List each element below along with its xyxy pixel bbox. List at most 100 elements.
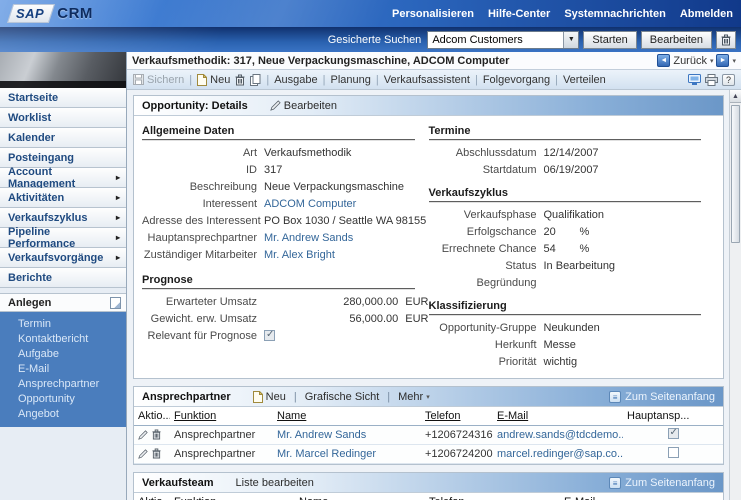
sidebar-item-label: Berichte [8, 272, 52, 284]
field-value: Verkaufsmethodik [264, 147, 351, 159]
submenu-arrow-icon: ▸ [116, 233, 120, 242]
planung-button[interactable]: Planung [331, 74, 371, 86]
forward-icon[interactable]: ► [716, 54, 729, 67]
create-item-kontaktbericht[interactable]: Kontaktbericht [0, 331, 126, 346]
sidebar-item-berichte[interactable]: Berichte [0, 268, 126, 288]
prospect-link[interactable]: ADCOM Computer [264, 198, 356, 210]
contacts-top-link[interactable]: ≡ Zum Seitenanfang [609, 391, 715, 403]
contacts-new-button[interactable]: Neu [253, 391, 286, 403]
monitor-icon[interactable] [688, 74, 701, 86]
contact-row: Ansprechpartner Mr. Andrew Sands +120672… [134, 425, 723, 445]
print-icon[interactable] [705, 74, 718, 86]
create-item-opportunity[interactable]: Opportunity [0, 391, 126, 406]
verkaufsassistent-button[interactable]: Verkaufsassistent [384, 74, 470, 86]
forward-dropdown-icon[interactable]: ▾ [732, 57, 736, 65]
column-name[interactable]: Name [273, 407, 421, 425]
contact-name-link[interactable]: Mr. Marcel Redinger [277, 448, 376, 460]
start-search-button[interactable]: Starten [583, 31, 636, 49]
main-contact-link[interactable]: Mr. Andrew Sands [264, 232, 353, 244]
contact-email-link[interactable]: andrew.sands@tdcdemo... [497, 429, 623, 441]
content-area: Verkaufsmethodik: 317, Neue Verpackungsm… [127, 52, 741, 500]
details-left-column: Allgemeine Daten ArtVerkaufsmethodik ID3… [142, 122, 429, 370]
collapse-panel-icon[interactable] [110, 297, 121, 309]
link-hilfe-center[interactable]: Hilfe-Center [488, 8, 550, 20]
toolbar-separator: | [266, 74, 269, 86]
to-top-label: Zum Seitenanfang [625, 477, 715, 489]
sidebar-item-worklist[interactable]: Worklist [0, 108, 126, 128]
delete-search-button[interactable] [716, 31, 736, 49]
field-value: 280,000.00 [264, 296, 398, 308]
folgevorgang-button[interactable]: Folgevorgang [483, 74, 550, 86]
sidebar-item-pipeline-performance[interactable]: Pipeline Performance▸ [0, 228, 126, 248]
field-label: Gewicht. erw. Umsatz [142, 313, 257, 325]
team-table: Aktio... Funktion Name Telefon E-Mail Ve… [134, 493, 723, 500]
contact-email-link[interactable]: marcel.redinger@sap.co... [497, 448, 623, 460]
sidebar-item-kalender[interactable]: Kalender [0, 128, 126, 148]
forecast-relevant-checkbox[interactable] [264, 330, 275, 341]
field-value: 12/14/2007 [544, 147, 599, 159]
create-item-termin[interactable]: Termin [0, 316, 126, 331]
create-section-header: Anlegen [0, 293, 126, 312]
team-top-link[interactable]: ≡ Zum Seitenanfang [609, 477, 715, 489]
create-item-ansprechpartner[interactable]: Ansprechpartner [0, 376, 126, 391]
main-contact-checkbox[interactable] [668, 428, 679, 439]
sidebar-item-label: Verkaufsvorgänge [8, 252, 103, 264]
currency-unit: EUR [405, 313, 428, 325]
copy-icon[interactable] [250, 74, 261, 86]
contact-name-link[interactable]: Mr. Andrew Sands [277, 429, 366, 441]
sidebar-item-verkaufsvorgaenge[interactable]: Verkaufsvorgänge▸ [0, 248, 126, 268]
column-funktion[interactable]: Funktion [170, 407, 273, 425]
saved-search-select[interactable]: Adcom Customers ▼ [427, 31, 579, 49]
graphic-view-button[interactable]: Grafische Sicht [305, 391, 380, 403]
cell-funktion: Ansprechpartner [170, 425, 273, 445]
field-label: Abschlussdatum [429, 147, 537, 159]
edit-row-icon[interactable] [138, 430, 148, 440]
field-value: Messe [544, 339, 576, 351]
save-label: Sichern [147, 74, 184, 86]
create-item-angebot[interactable]: Angebot [0, 406, 126, 421]
column-name[interactable]: Name [295, 493, 425, 500]
back-dropdown-icon[interactable]: ▾ [710, 57, 714, 65]
new-button[interactable]: Neu [197, 74, 230, 86]
sidebar-item-label: Verkaufszyklus [8, 212, 88, 224]
create-item-aufgabe[interactable]: Aufgabe [0, 346, 126, 361]
percent-unit: % [580, 226, 590, 238]
delete-row-icon[interactable] [152, 429, 161, 440]
vertical-scrollbar[interactable]: ▲ [729, 90, 741, 500]
to-top-label: Zum Seitenanfang [625, 391, 715, 403]
link-systemnachrichten[interactable]: Systemnachrichten [564, 8, 665, 20]
action-toolbar: Sichern | Neu | Ausgabe | Planung | Verk… [127, 70, 741, 90]
sidebar-item-aktivitaeten[interactable]: Aktivitäten▸ [0, 188, 126, 208]
ausgabe-button[interactable]: Ausgabe [274, 74, 317, 86]
verteilen-button[interactable]: Verteilen [563, 74, 606, 86]
more-button[interactable]: Mehr ▾ [398, 391, 430, 403]
team-panel-header: Verkaufsteam Liste bearbeiten ≡ Zum Seit… [134, 473, 723, 493]
delete-row-icon[interactable] [152, 448, 161, 459]
column-email[interactable]: E-Mail [493, 407, 623, 425]
help-icon[interactable]: ? [722, 74, 735, 86]
field-value: wichtig [544, 356, 578, 368]
column-funktion[interactable]: Funktion [170, 493, 295, 500]
sidebar-item-account-management[interactable]: Account Management▸ [0, 168, 126, 188]
main-contact-checkbox[interactable] [668, 447, 679, 458]
scrollbar-thumb[interactable] [731, 105, 740, 243]
create-item-email[interactable]: E-Mail [0, 361, 126, 376]
edit-details-button[interactable]: Bearbeiten [270, 100, 337, 112]
link-personalisieren[interactable]: Personalisieren [392, 8, 474, 20]
link-abmelden[interactable]: Abmelden [680, 8, 733, 20]
back-label[interactable]: Zurück [673, 55, 707, 67]
edit-list-button[interactable]: Liste bearbeiten [236, 477, 314, 489]
edit-search-button[interactable]: Bearbeiten [641, 31, 712, 49]
delete-icon[interactable] [235, 74, 245, 86]
create-section-list: Termin Kontaktbericht Aufgabe E-Mail Ans… [0, 312, 126, 427]
details-panel: Opportunity: Details Bearbeiten Allgemei… [133, 95, 724, 379]
back-icon[interactable]: ◄ [657, 54, 670, 67]
save-button[interactable]: Sichern [133, 74, 184, 86]
edit-row-icon[interactable] [138, 449, 148, 459]
employee-link[interactable]: Mr. Alex Bright [264, 249, 335, 261]
sidebar-item-startseite[interactable]: Startseite [0, 88, 126, 108]
field-label: Status [429, 260, 537, 272]
column-telefon[interactable]: Telefon [421, 407, 493, 425]
select-dropdown-button[interactable]: ▼ [563, 32, 578, 48]
scroll-up-icon[interactable]: ▲ [730, 90, 741, 103]
